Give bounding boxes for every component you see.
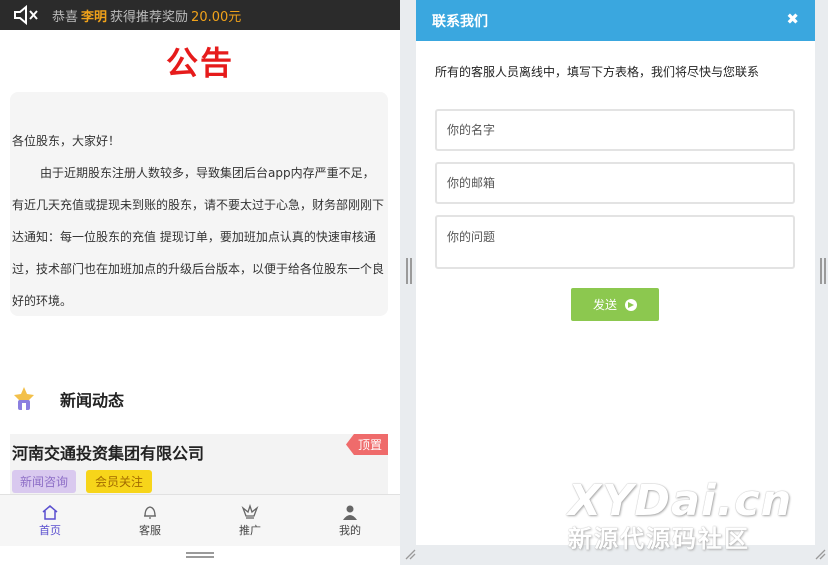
- tab-service-label: 客服: [139, 523, 161, 537]
- news-item-title: 河南交通投资集团有限公司: [12, 444, 205, 463]
- tag-news[interactable]: 新闻咨询: [12, 470, 77, 493]
- reward-notice-bar: 恭喜 李明 获得推荐奖励 20.00元: [0, 0, 400, 30]
- tab-promote[interactable]: 推广: [200, 495, 300, 546]
- email-field[interactable]: 你的邮箱: [435, 162, 795, 204]
- contact-title: 联系我们: [432, 13, 488, 30]
- contact-header: 联系我们 ✖: [416, 0, 815, 41]
- close-icon[interactable]: ✖: [786, 10, 799, 28]
- name-field[interactable]: 你的名字: [435, 109, 795, 151]
- notice-amount: 20.00元: [191, 9, 242, 25]
- tab-home-label: 首页: [39, 523, 61, 537]
- speaker-muted-icon: [14, 4, 38, 26]
- bottom-tab-bar: 首页 客服 推广 我的: [0, 494, 400, 546]
- site-watermark: XYDai.cn 新源代源码社区: [568, 478, 792, 554]
- contact-description: 所有的客服人员离线中，填写下方表格，我们将尽快与您联系: [435, 65, 760, 79]
- right-edge-handle[interactable]: [820, 258, 826, 284]
- announcement-greeting: 各位股东，大家好！: [12, 134, 121, 148]
- resize-corner-icon-right[interactable]: [814, 548, 826, 560]
- send-button[interactable]: 发送: [571, 288, 659, 321]
- notice-prefix: 恭喜: [52, 9, 79, 25]
- watermark-caption: 新源代源码社区: [568, 525, 750, 553]
- user-icon: [343, 505, 357, 520]
- tab-mine[interactable]: 我的: [300, 495, 400, 546]
- news-item[interactable]: 河南交通投资集团有限公司 顶置 新闻咨询 会员关注: [10, 434, 388, 500]
- news-section-header: 新闻动态: [12, 384, 124, 414]
- panel-splitter-handle[interactable]: [406, 258, 412, 284]
- announcement-body: 由于近期股东注册人数较多，导致集团后台app内存严重不足，有近几天充值或提现未到…: [12, 166, 385, 308]
- notice-name: 李明: [81, 9, 108, 25]
- send-label: 发送: [592, 298, 617, 312]
- tag-member[interactable]: 会员关注: [86, 470, 153, 493]
- watermark-domain: XYDai.cn: [568, 476, 793, 526]
- announcement-box: 各位股东，大家好！ 由于近期股东注册人数较多，导致集团后台app内存严重不足，有…: [10, 92, 388, 316]
- tab-service[interactable]: 客服: [100, 495, 200, 546]
- bell-icon: [144, 505, 156, 519]
- notice-middle: 获得推荐奖励: [110, 9, 189, 25]
- tab-promote-label: 推广: [239, 523, 261, 537]
- tab-home[interactable]: 首页: [0, 495, 100, 546]
- mobile-app-panel: 恭喜 李明 获得推荐奖励 20.00元 公告 各位股东，大家好！ 由于近期股东注…: [0, 0, 400, 565]
- contact-panel: 联系我们 ✖ 所有的客服人员离线中，填写下方表格，我们将尽快与您联系 你的名字 …: [416, 0, 815, 545]
- crown-icon: [241, 503, 259, 519]
- page-title: 公告: [165, 44, 234, 82]
- question-field[interactable]: 你的问题: [435, 215, 795, 269]
- news-badge-icon: [14, 387, 34, 410]
- tab-mine-label: 我的: [339, 523, 361, 537]
- news-heading: 新闻动态: [60, 391, 125, 410]
- resize-corner-icon[interactable]: [404, 548, 416, 560]
- pinned-badge: 顶置: [345, 434, 388, 455]
- bottom-resize-handle[interactable]: [186, 552, 214, 558]
- home-icon: [42, 504, 58, 520]
- arrow-circle-icon: [625, 298, 637, 311]
